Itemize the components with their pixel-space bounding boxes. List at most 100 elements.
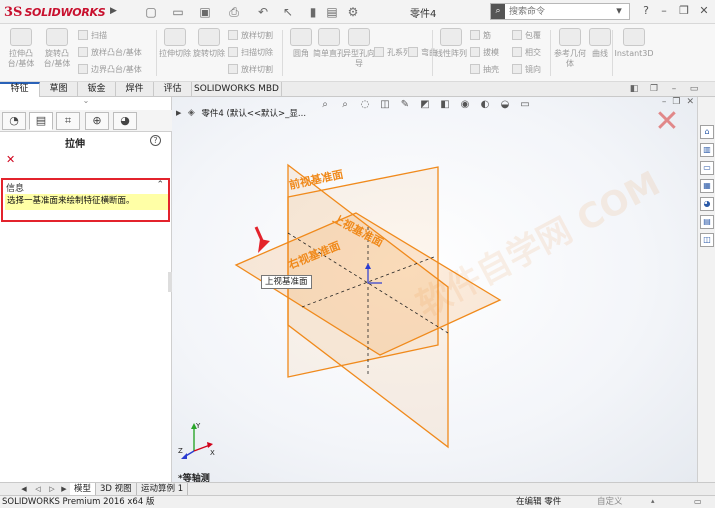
panel-tabs: ◔ ▤ ⌗ ⊕ ◕ [0,110,172,132]
rebuild-traffic-light-icon[interactable]: ▮ [305,4,321,20]
hole-wizard-button[interactable]: 异型孔向导 [342,28,376,78]
boundary-boss-button[interactable]: 边界凸台/基体 [78,62,142,76]
close-window-icon[interactable]: ✕ [695,2,713,20]
sweep-button[interactable]: 扫描 [78,28,107,42]
command-manager-ribbon: 拉伸凸台/基体 旋转凸台/基体 扫描 放样凸台/基体 边界凸台/基体 拉伸切除 … [0,24,715,82]
tab-sketch[interactable]: 草图 [40,82,78,97]
custom-properties-icon[interactable]: ▤ [700,215,714,229]
forum-icon[interactable]: ◫ [700,233,714,247]
extrude-cut-icon [164,28,186,46]
mirror-button[interactable]: 镜向 [512,62,541,76]
search-input[interactable] [505,4,625,19]
intersect-button[interactable]: 相交 [512,45,541,59]
triad-z-label: Z [178,447,183,455]
status-message-icon[interactable]: ▭ [694,497,708,507]
tab-weldments[interactable]: 焊件 [116,82,154,97]
configuration-manager-tab-icon[interactable]: ⌗ [56,112,80,130]
instant3d-button[interactable]: Instant3D [614,28,654,78]
tabs-overflow-icon[interactable]: ◧ [628,83,640,95]
triad-x-label: X [210,449,215,457]
swept-cut-button[interactable]: 扫描切除 [228,45,273,59]
help-icon[interactable]: ? [150,135,161,146]
file-explorer-icon[interactable]: ▭ [700,161,714,175]
tab-sheet-metal[interactable]: 钣金 [78,82,116,97]
triad-y-label: Y [195,422,201,430]
minimize-icon[interactable]: – [655,2,673,20]
panel-window-icon[interactable]: ▭ [688,83,700,95]
solidworks-resources-icon[interactable]: ⌂ [700,125,714,139]
app-version-text: SOLIDWORKS Premium 2016 x64 版 [2,497,155,507]
loft-boss-button[interactable]: 放样凸台/基体 [78,45,142,59]
boundary-icon [78,64,88,74]
file-properties-icon[interactable]: ▤ [324,4,340,20]
reference-geometry-button[interactable]: 参考几何体 [553,28,587,78]
appearances-icon[interactable]: ◕ [700,197,714,211]
new-document-icon[interactable]: ▢ [143,4,159,20]
simple-hole-icon [318,28,340,46]
undo-icon[interactable]: ↶ [255,4,271,20]
revolve-cut-label: 旋转切除 [193,49,225,58]
reference-geometry-icon [559,28,581,46]
menu-expand-icon[interactable]: ▶ [110,6,120,18]
fillet-icon [290,28,312,46]
hole-series-button[interactable]: 孔系列 [374,45,411,59]
display-manager-tab-icon[interactable]: ◕ [113,112,137,130]
save-icon[interactable]: ▣ [197,4,213,20]
options-gear-icon[interactable]: ⚙ [345,4,361,20]
graphics-area[interactable]: ⌕ ⌕ ◌ ◫ ✎ ◩ ◧ ◉ ◐ ◒ ▭ – ❐ ✕ ▶ ◈ 零件4 (默认<… [172,97,697,482]
hole-wizard-icon [348,28,370,46]
revolve-boss-label: 旋转凸台/基体 [43,49,71,68]
sweep-label: 扫描 [91,30,107,40]
units-dropdown-icon[interactable]: ▴ [651,497,655,505]
draft-button[interactable]: 拔模 [470,45,499,59]
first-tab-icon[interactable]: ◀ [18,484,30,495]
cancel-icon[interactable]: ✕ [6,153,15,166]
extrude-cut-button[interactable]: 拉伸切除 [158,28,192,78]
instant3d-icon [623,28,645,46]
help-icon[interactable]: ? [637,2,655,20]
curves-label: 曲线 [592,49,608,58]
simple-hole-label: 简单直孔 [313,49,345,58]
simple-hole-button[interactable]: 简单直孔 [312,28,346,78]
select-arrow-icon[interactable]: ↖ [280,4,296,20]
boundary-cut-button[interactable]: 放样切割 [228,62,273,76]
swept-cut-icon [228,47,238,57]
extrude-boss-button[interactable]: 拉伸凸台/基体 [4,28,38,78]
collapse-chevron-icon[interactable]: ⌃ [156,180,164,190]
last-tab-icon[interactable]: ▶ [58,484,70,495]
tab-evaluate[interactable]: 评估 [154,82,192,97]
search-dropdown-icon[interactable]: ▾ [610,2,628,20]
tab-solidworks-mbd[interactable]: SOLIDWORKS MBD [192,82,282,97]
panel-handle-icon[interactable]: ⌄ [76,97,96,107]
solidworks-logo[interactable]: 3S SOLIDWORKS [4,4,106,20]
restore-panel-icon[interactable]: ❐ [648,83,660,95]
revolve-boss-icon [46,28,68,46]
custom-units-text[interactable]: 自定义 [597,496,623,508]
print-icon[interactable]: ⎙ [226,4,242,20]
search-command-box[interactable]: ⌕ [490,3,630,20]
draft-label: 拔模 [483,47,499,57]
linear-pattern-button[interactable]: 线性阵列 [434,28,468,78]
revolve-cut-button[interactable]: 旋转切除 [192,28,226,78]
open-folder-icon[interactable]: ▭ [170,4,186,20]
plane-tooltip: 上视基准面 [261,275,312,289]
dimxpert-tab-icon[interactable]: ⊕ [85,112,109,130]
shell-button[interactable]: 抽壳 [470,62,499,76]
revolve-boss-button[interactable]: 旋转凸台/基体 [40,28,74,78]
view-palette-icon[interactable]: ▦ [700,179,714,193]
minimize-panel-icon[interactable]: – [668,83,680,95]
tab-features[interactable]: 特征 [0,82,40,97]
reference-geometry-label: 参考几何体 [554,49,586,68]
rib-button[interactable]: 筋 [470,28,491,42]
restore-icon[interactable]: ❐ [675,2,693,20]
next-tab-icon[interactable]: ▷ [46,484,58,495]
shell-icon [470,64,480,74]
prev-tab-icon[interactable]: ◁ [32,484,44,495]
design-library-icon[interactable]: ▥ [700,143,714,157]
wrap-button[interactable]: 包覆 [512,28,541,42]
loft-cut-button[interactable]: 放样切割 [228,28,273,42]
linear-pattern-label: 线性阵列 [435,49,467,58]
ribbon-separator [156,30,157,76]
feature-tree-tab-icon[interactable]: ◔ [2,112,26,130]
property-manager-tab-icon[interactable]: ▤ [29,112,53,130]
